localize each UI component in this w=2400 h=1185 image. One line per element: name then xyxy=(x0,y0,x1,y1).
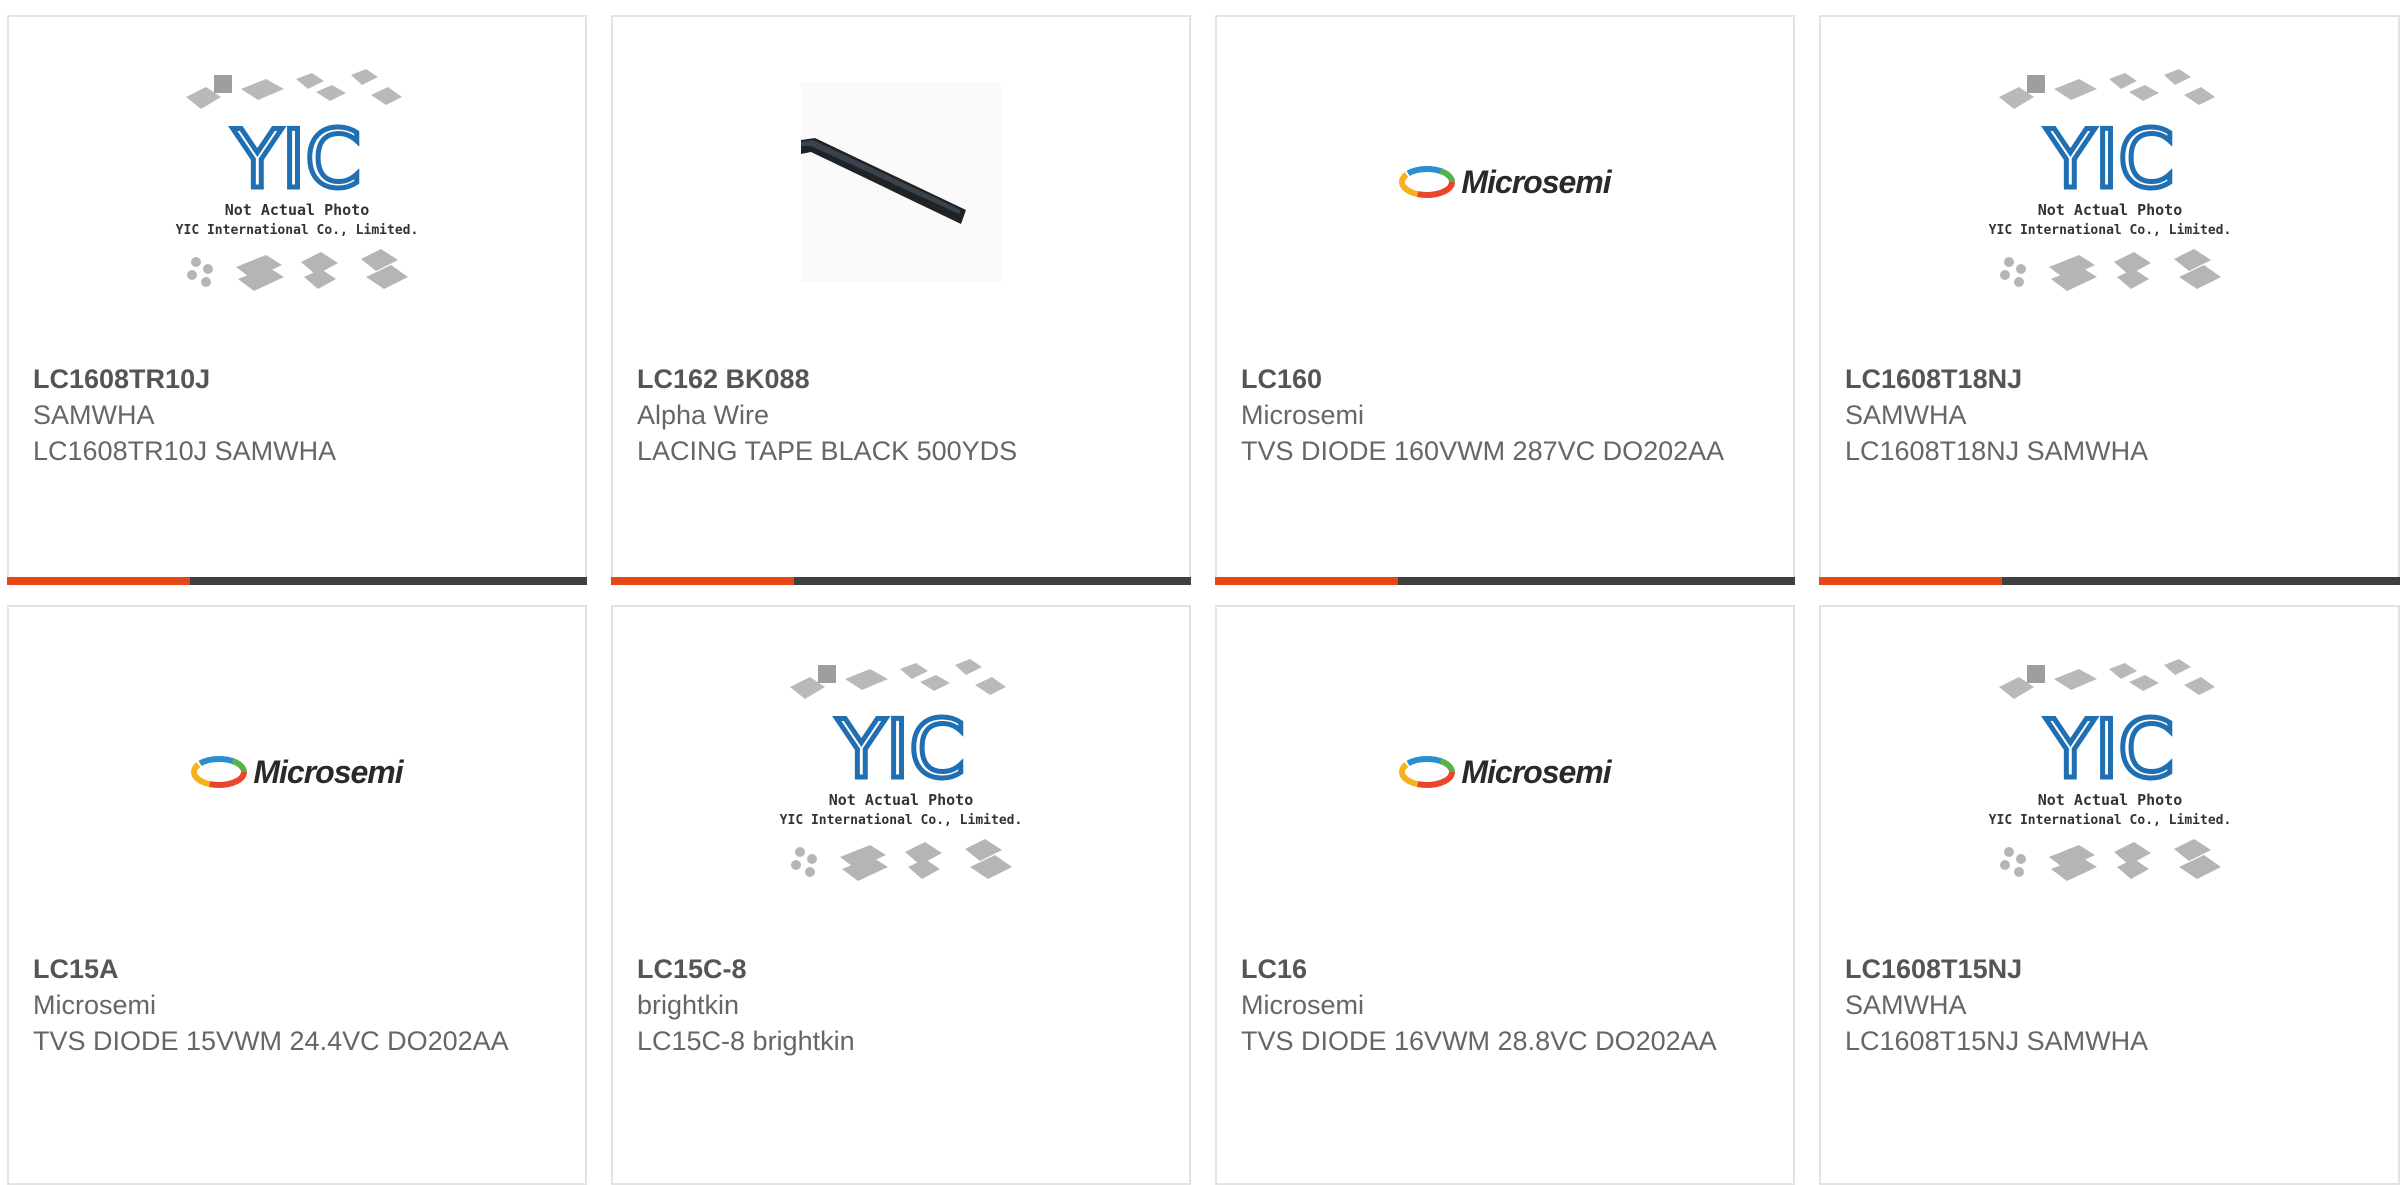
product-info: LC15A Microsemi TVS DIODE 15VWM 24.4VC D… xyxy=(33,951,565,1059)
description: TVS DIODE 16VWM 28.8VC DO202AA xyxy=(1241,1026,1717,1056)
product-card[interactable]: LC162 BK088 Alpha Wire LACING TAPE BLACK… xyxy=(611,15,1191,585)
description: LACING TAPE BLACK 500YDS xyxy=(637,436,1018,466)
product-image xyxy=(613,17,1189,347)
product-card[interactable]: Microsemi LC15A Microsemi TVS DIODE 15VW… xyxy=(7,605,587,1185)
product-card[interactable]: YIC Not Actual Photo YIC International C… xyxy=(7,15,587,585)
product-info: LC1608T15NJ SAMWHA LC1608T15NJ SAMWHA xyxy=(1845,951,2378,1059)
microsemi-logo-text: Microsemi xyxy=(1461,163,1611,200)
placeholder-caption-2: YIC International Co., Limited. xyxy=(1988,223,2231,238)
product-card[interactable]: YIC Not Actual Photo YIC International C… xyxy=(1819,605,2400,1185)
microsemi-logo-text: Microsemi xyxy=(1461,753,1611,790)
product-image: YIC Not Actual Photo YIC International C… xyxy=(9,17,585,347)
description: TVS DIODE 160VWM 287VC DO202AA xyxy=(1241,436,1725,466)
microsemi-logo: Microsemi xyxy=(1399,753,1612,791)
product-grid: YIC Not Actual Photo YIC International C… xyxy=(0,0,2400,1185)
part-number[interactable]: LC16 xyxy=(1241,951,1773,987)
yic-logo-text: YIC xyxy=(836,703,965,796)
manufacturer: brightkin xyxy=(637,990,740,1020)
yic-logo-text: YIC xyxy=(2044,703,2173,796)
lacing-tape-photo xyxy=(801,82,1001,282)
placeholder-caption-1: Not Actual Photo xyxy=(2037,791,2182,809)
placeholder-caption-2: YIC International Co., Limited. xyxy=(780,813,1023,828)
product-image: Microsemi xyxy=(1217,607,1793,937)
card-accent-bar xyxy=(611,577,794,585)
product-info: LC1608TR10J SAMWHA LC1608TR10J SAMWHA xyxy=(33,361,565,469)
microsemi-logo: Microsemi xyxy=(1399,163,1612,201)
product-card[interactable]: YIC Not Actual Photo YIC International C… xyxy=(1819,15,2400,585)
manufacturer: SAMWHA xyxy=(1845,400,1967,430)
yic-placeholder-image: YIC Not Actual Photo YIC International C… xyxy=(780,659,1023,881)
microsemi-swirl-icon xyxy=(191,756,248,788)
product-info: LC16 Microsemi TVS DIODE 16VWM 28.8VC DO… xyxy=(1241,951,1773,1059)
yic-placeholder-image: YIC Not Actual Photo YIC International C… xyxy=(176,69,419,291)
manufacturer: Alpha Wire xyxy=(637,400,770,430)
placeholder-caption-1: Not Actual Photo xyxy=(2037,201,2182,219)
part-number[interactable]: LC1608TR10J xyxy=(33,361,565,397)
card-bottom-bar xyxy=(7,577,587,585)
yic-logo-text: YIC xyxy=(2044,113,2173,206)
product-image: YIC Not Actual Photo YIC International C… xyxy=(1821,607,2398,937)
manufacturer: SAMWHA xyxy=(1845,990,1967,1020)
microsemi-logo-text: Microsemi xyxy=(253,753,403,790)
card-accent-bar xyxy=(1215,577,1398,585)
yic-logo-text: YIC xyxy=(232,113,361,206)
microsemi-logo: Microsemi xyxy=(191,753,404,791)
manufacturer: Microsemi xyxy=(1241,400,1365,430)
product-card[interactable]: YIC Not Actual Photo YIC International C… xyxy=(611,605,1191,1185)
product-image: YIC Not Actual Photo YIC International C… xyxy=(613,607,1189,937)
yic-placeholder-image: YIC Not Actual Photo YIC International C… xyxy=(1988,69,2231,291)
product-card[interactable]: Microsemi LC16 Microsemi TVS DIODE 16VWM… xyxy=(1215,605,1795,1185)
product-info: LC162 BK088 Alpha Wire LACING TAPE BLACK… xyxy=(637,361,1169,469)
description: LC1608TR10J SAMWHA xyxy=(33,436,337,466)
product-info: LC160 Microsemi TVS DIODE 160VWM 287VC D… xyxy=(1241,361,1773,469)
card-accent-bar xyxy=(7,577,190,585)
card-bottom-bar xyxy=(1215,577,1795,585)
part-number[interactable]: LC1608T18NJ xyxy=(1845,361,2378,397)
product-image: Microsemi xyxy=(1217,17,1793,347)
description: LC15C-8 brightkin xyxy=(637,1026,855,1056)
yic-placeholder-image: YIC Not Actual Photo YIC International C… xyxy=(1988,659,2231,881)
manufacturer: Microsemi xyxy=(33,990,157,1020)
microsemi-swirl-icon xyxy=(1399,756,1456,788)
part-number[interactable]: LC160 xyxy=(1241,361,1773,397)
product-card[interactable]: Microsemi LC160 Microsemi TVS DIODE 160V… xyxy=(1215,15,1795,585)
manufacturer: SAMWHA xyxy=(33,400,155,430)
product-info: LC15C-8 brightkin LC15C-8 brightkin xyxy=(637,951,1169,1059)
card-bottom-bar xyxy=(1819,577,2400,585)
product-image: YIC Not Actual Photo YIC International C… xyxy=(1821,17,2398,347)
description: LC1608T18NJ SAMWHA xyxy=(1845,436,2149,466)
product-image: Microsemi xyxy=(9,607,585,937)
placeholder-caption-2: YIC International Co., Limited. xyxy=(1988,813,2231,828)
part-number[interactable]: LC15C-8 xyxy=(637,951,1169,987)
part-number[interactable]: LC15A xyxy=(33,951,565,987)
microsemi-swirl-icon xyxy=(1399,166,1456,198)
card-accent-bar xyxy=(1819,577,2002,585)
product-info: LC1608T18NJ SAMWHA LC1608T18NJ SAMWHA xyxy=(1845,361,2378,469)
description: TVS DIODE 15VWM 24.4VC DO202AA xyxy=(33,1026,509,1056)
placeholder-caption-2: YIC International Co., Limited. xyxy=(176,223,419,238)
placeholder-caption-1: Not Actual Photo xyxy=(225,201,370,219)
part-number[interactable]: LC1608T15NJ xyxy=(1845,951,2378,987)
description: LC1608T15NJ SAMWHA xyxy=(1845,1026,2149,1056)
manufacturer: Microsemi xyxy=(1241,990,1365,1020)
part-number[interactable]: LC162 BK088 xyxy=(637,361,1169,397)
placeholder-caption-1: Not Actual Photo xyxy=(829,791,974,809)
card-bottom-bar xyxy=(611,577,1191,585)
